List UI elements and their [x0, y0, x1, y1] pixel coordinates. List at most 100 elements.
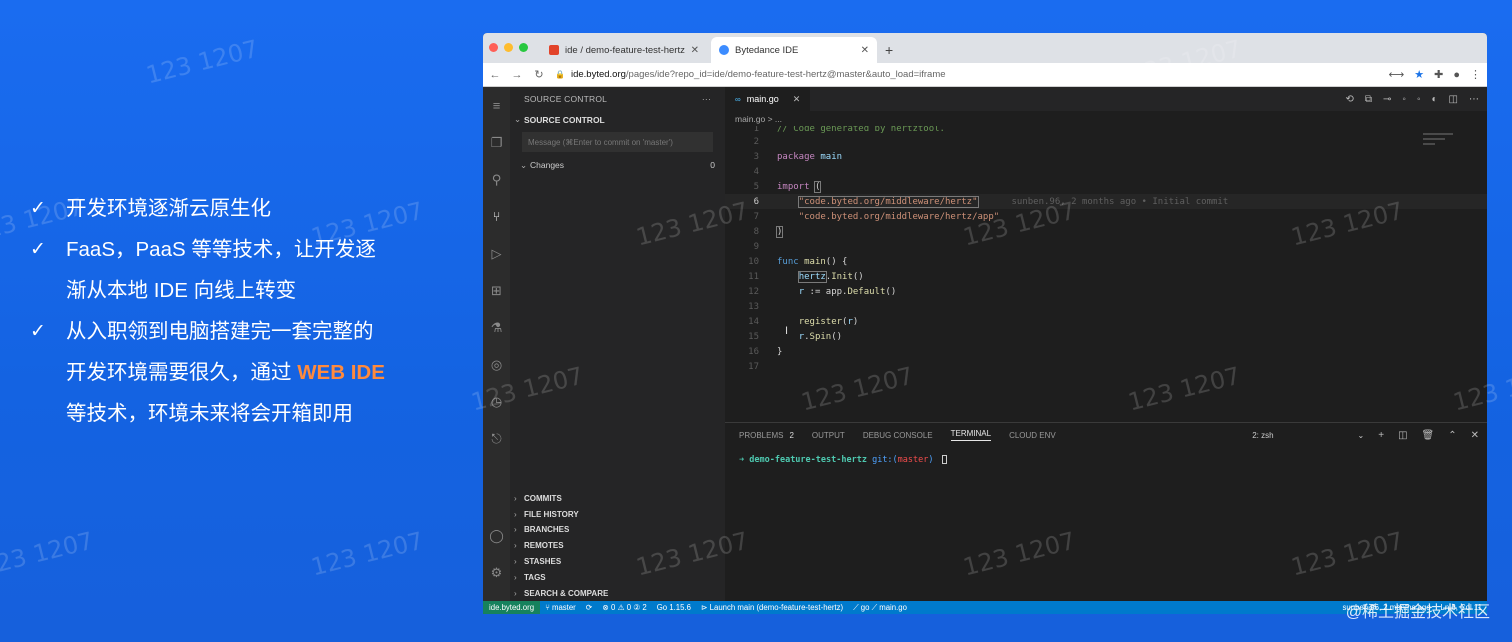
browser-tab-gitlab[interactable]: ide / demo-feature-test-hertz ✕	[541, 37, 707, 63]
previous-change-icon[interactable]: ◦	[1402, 94, 1406, 105]
forward-icon[interactable]: →	[511, 69, 523, 81]
source-control-section[interactable]: ⌄ SOURCE CONTROL	[510, 111, 725, 128]
section-remotes[interactable]: › REMOTES	[510, 538, 725, 554]
code-line: 9	[725, 239, 1487, 254]
section-title: REMOTES	[524, 541, 564, 551]
terminal-directory: demo-feature-test-hertz	[749, 455, 867, 465]
section-search-compare[interactable]: › SEARCH & COMPARE	[510, 585, 725, 601]
status-bar: ide.byted.org ⑂ master ⟳ ⊗ 0 ⚠ 0 ② 2 Go …	[483, 601, 1487, 614]
reload-icon[interactable]: ↻	[533, 68, 545, 81]
next-change-icon[interactable]: ◦	[1417, 94, 1421, 105]
bullet-item-continuation: 渐从本地 IDE 向线上转变	[30, 270, 450, 311]
history-icon[interactable]: ⟲	[1345, 94, 1353, 105]
section-title: COMMITS	[524, 493, 562, 503]
bullet-list: ✓ 开发环境逐渐云原生化 ✓ FaaS，PaaS 等等技术，让开发逐 渐从本地 …	[30, 188, 450, 434]
close-icon[interactable]: ✕	[793, 94, 801, 105]
more-actions-icon[interactable]: ⋯	[1469, 94, 1479, 105]
toggle-blame-icon[interactable]: ◐	[1432, 94, 1438, 105]
menu-icon[interactable]: ≡	[483, 87, 510, 124]
code-editor[interactable]: 1 // Code generated by hertztool. 2 3 pack…	[725, 126, 1487, 374]
line-number: 6	[753, 196, 759, 207]
terminal-select[interactable]: 2: zsh ⌄	[1252, 431, 1364, 440]
terminal-output[interactable]: ➜ demo-feature-test-hertz git:(master)	[725, 447, 1487, 473]
split-terminal-icon[interactable]: ◫	[1398, 430, 1407, 441]
line-number: 3	[753, 151, 759, 162]
git-commit-icon[interactable]: ⊸	[1383, 94, 1391, 105]
editor-tab-bar: ∞ main.go ✕ ⟲ ⧉ ⊸ ◦ ◦ ◐ ◫ ⋯	[725, 87, 1487, 111]
go-version[interactable]: Go 1.15.6	[652, 603, 696, 612]
terminal-git-prefix: git:(	[872, 455, 898, 465]
explorer-icon[interactable]: ❐	[483, 124, 510, 161]
maximize-window-button[interactable]	[519, 43, 528, 52]
gear-icon[interactable]: ⚙	[483, 554, 510, 591]
maximize-panel-icon[interactable]: ⌃	[1448, 430, 1456, 441]
line-number: 5	[753, 181, 759, 192]
gitlens-icon[interactable]: ⎋	[483, 420, 510, 457]
bullet-item: ✓ FaaS，PaaS 等等技术，让开发逐	[30, 229, 450, 270]
section-commits[interactable]: › COMMITS	[510, 490, 725, 506]
timeline-icon[interactable]: ◷	[483, 383, 510, 420]
tab-terminal[interactable]: TERMINAL	[950, 429, 992, 441]
section-stashes[interactable]: › STASHES	[510, 554, 725, 570]
account-icon[interactable]: ◯	[483, 517, 510, 554]
back-icon[interactable]: ←	[489, 69, 501, 81]
source-control-icon[interactable]: ⑂	[483, 198, 510, 235]
close-tab-icon[interactable]: ✕	[861, 45, 869, 56]
gitlens-sections: › COMMITS › FILE HISTORY › BRANCHES › REMOTE…	[510, 490, 725, 601]
tab-debug-console[interactable]: DEBUG CONSOLE	[863, 431, 933, 440]
editor-tab-main-go[interactable]: ∞ main.go ✕	[725, 87, 811, 111]
extensions-icon[interactable]: ✚	[1434, 68, 1443, 81]
tab-output[interactable]: OUTPUT	[812, 431, 845, 440]
code-line: 3 package main	[725, 149, 1487, 164]
tab-cloud-env[interactable]: CLOUD ENV	[1009, 431, 1056, 440]
extensions-icon[interactable]: ⊞	[483, 272, 510, 309]
tab-problems[interactable]: PROBLEMS 2	[739, 431, 794, 440]
minimize-window-button[interactable]	[504, 43, 513, 52]
translate-icon[interactable]: ⟷	[1388, 68, 1404, 81]
breadcrumb[interactable]: main.go > ...	[725, 111, 1487, 126]
close-tab-icon[interactable]: ✕	[691, 45, 699, 56]
trash-icon[interactable]: 🗑	[1422, 430, 1435, 441]
browser-tab-ide[interactable]: Bytedance IDE ✕	[711, 37, 877, 63]
new-terminal-icon[interactable]: +	[1378, 430, 1384, 441]
testing-icon[interactable]: ⚗	[483, 309, 510, 346]
chevron-right-icon: ›	[514, 541, 517, 551]
compare-icon[interactable]: ⧉	[1365, 94, 1372, 105]
editor-tab-label: main.go	[746, 94, 779, 104]
code-text: hertz.Init()	[797, 270, 864, 283]
bullet-item: ✓ 开发环境逐渐云原生化	[30, 188, 450, 229]
problems-indicator[interactable]: ⊗ 0 ⚠ 0 ② 2	[597, 603, 651, 612]
terminal-git-suffix: )	[928, 455, 934, 465]
code-line: 15 r.Spin()	[725, 329, 1487, 344]
commit-message-input[interactable]: Message (⌘Enter to commit on 'master')	[522, 132, 713, 152]
search-icon[interactable]: ⚲	[483, 161, 510, 198]
close-panel-icon[interactable]: ✕	[1471, 430, 1479, 441]
more-actions-icon[interactable]: ···	[702, 94, 711, 104]
split-editor-icon[interactable]: ◫	[1449, 94, 1458, 105]
section-branches[interactable]: › BRANCHES	[510, 522, 725, 538]
sync-icon[interactable]: ⟳	[581, 603, 598, 612]
problems-count-badge: 2	[789, 430, 794, 440]
remote-indicator[interactable]: ide.byted.org	[483, 601, 541, 614]
url-host: ide.byted.org	[570, 69, 626, 80]
star-icon[interactable]: ★	[1414, 68, 1424, 81]
menu-icon[interactable]: ⋮	[1470, 68, 1481, 81]
section-tags[interactable]: › TAGS	[510, 569, 725, 585]
launch-config[interactable]: ⊳ Launch main (demo-feature-test-hertz)	[696, 603, 848, 612]
minimap[interactable]	[1423, 133, 1463, 161]
url-field[interactable]: 🔒 ide.byted.org/pages/ide?repo_id=ide/de…	[555, 69, 1378, 80]
new-tab-button[interactable]: +	[885, 37, 893, 63]
profile-icon[interactable]: ●	[1453, 69, 1460, 81]
branch-indicator[interactable]: ⑂ master	[540, 603, 581, 612]
close-window-button[interactable]	[489, 43, 498, 52]
changes-group[interactable]: ⌄ Changes 0	[510, 156, 725, 174]
run-debug-icon[interactable]: ▷	[483, 235, 510, 272]
check-icon: ✓	[30, 321, 46, 342]
window-controls	[489, 43, 528, 52]
ide-workbench: ≡ ❐ ⚲ ⑂ ▷ ⊞ ⚗ ◎ ◷ ⎋ ◯ ⚙ SOURCE CONTROL ·…	[483, 87, 1487, 614]
remote-icon[interactable]: ◎	[483, 346, 510, 383]
chevron-right-icon: ›	[514, 493, 517, 503]
file-path[interactable]: ⟋ go ⟋ main.go	[848, 603, 912, 613]
chevron-right-icon: ›	[514, 588, 517, 598]
section-file-history[interactable]: › FILE HISTORY	[510, 506, 725, 522]
